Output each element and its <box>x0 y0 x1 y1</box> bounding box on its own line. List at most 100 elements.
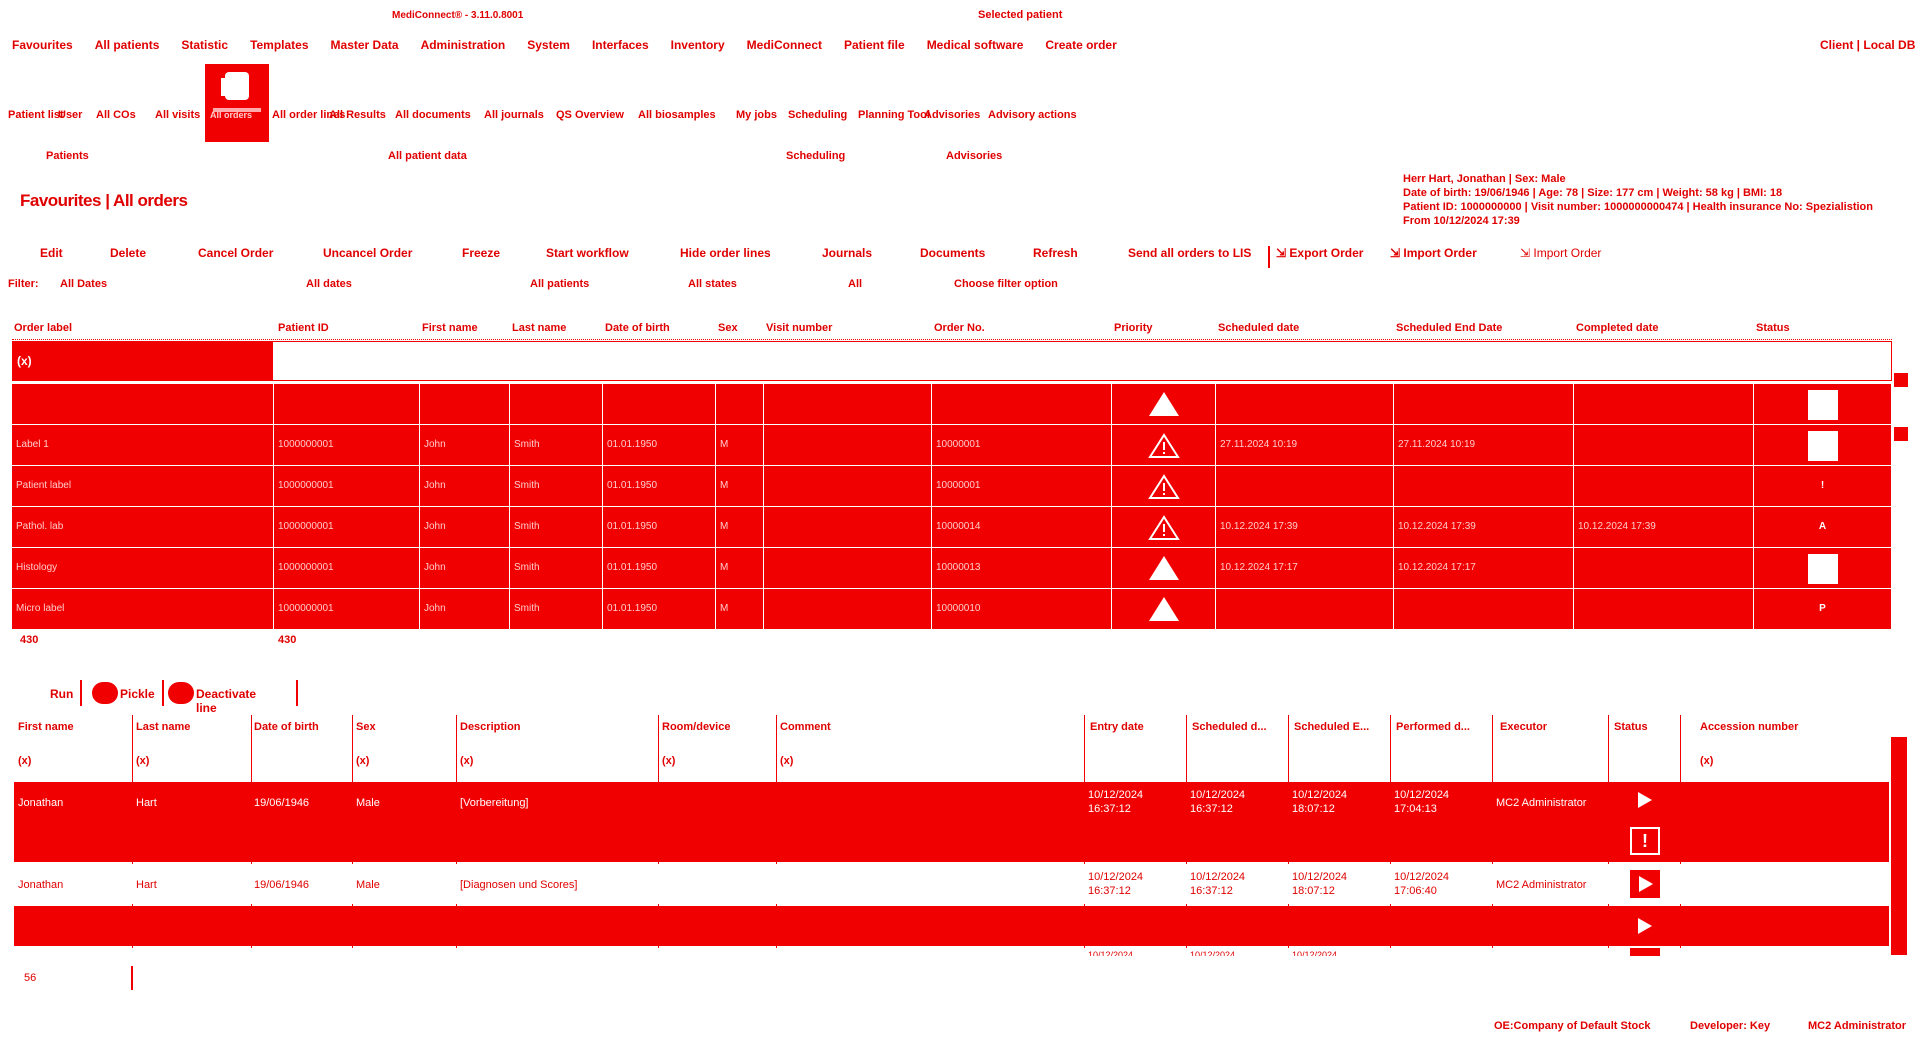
play-button[interactable] <box>1630 870 1660 898</box>
filter-choose-option[interactable]: Choose filter option <box>954 278 1058 290</box>
order-label-filter-input[interactable]: (x) <box>13 342 273 380</box>
filter-states[interactable]: All states <box>688 278 737 290</box>
table-row[interactable]: Jonathan Hart 19/06/1946 Male [Diagnosen… <box>14 864 1889 904</box>
lfilter-sex[interactable]: (x) <box>356 755 369 767</box>
edit-button[interactable]: Edit <box>40 246 63 260</box>
ribbon-patient-list[interactable]: Patient list <box>8 108 64 122</box>
menu-master-data[interactable]: Master Data <box>331 38 399 52</box>
lcol-room-device[interactable]: Room/device <box>662 721 730 733</box>
lcol-performed-date[interactable]: Performed d... <box>1396 721 1492 733</box>
col-order-no[interactable]: Order No. <box>934 322 985 334</box>
lfilter-description[interactable]: (x) <box>460 755 473 767</box>
ribbon-all-documents[interactable]: All documents <box>395 108 471 122</box>
menu-statistic[interactable]: Statistic <box>181 38 228 52</box>
ribbon-scheduling[interactable]: Scheduling <box>788 108 847 122</box>
ribbon-planning-tool[interactable]: Planning Tool <box>858 108 930 122</box>
menu-mediconnect[interactable]: MediConnect <box>747 38 822 52</box>
lcol-entry-date[interactable]: Entry date <box>1090 721 1186 733</box>
lines-scrollbar[interactable] <box>1891 737 1907 955</box>
lcol-sex[interactable]: Sex <box>356 721 376 733</box>
menu-system[interactable]: System <box>527 38 570 52</box>
col-priority[interactable]: Priority <box>1114 322 1153 334</box>
col-date-of-birth[interactable]: Date of birth <box>605 322 670 334</box>
ribbon-all-journals[interactable]: All journals <box>484 108 544 122</box>
table-row[interactable]: Patient label 1000000001 John Smith 01.01.19… <box>12 466 1892 507</box>
start-workflow-button[interactable]: Start workflow <box>546 246 629 260</box>
menu-create-order[interactable]: Create order <box>1045 38 1116 52</box>
ribbon-all-visits[interactable]: All visits <box>155 108 200 122</box>
ribbon-user[interactable]: User <box>58 108 82 122</box>
cancel-order-button[interactable]: Cancel Order <box>198 246 273 260</box>
lcol-description[interactable]: Description <box>460 721 521 733</box>
ribbon-all-orders-active[interactable] <box>205 64 269 142</box>
ribbon-all-cos[interactable]: All COs <box>96 108 136 122</box>
alert-icon[interactable]: ! <box>1630 827 1660 855</box>
menu-interfaces[interactable]: Interfaces <box>592 38 649 52</box>
play-button[interactable] <box>1630 948 1660 956</box>
documents-button[interactable]: Documents <box>920 246 985 260</box>
lfilter-accession[interactable]: (x) <box>1700 755 1713 767</box>
col-first-name[interactable]: First name <box>422 322 478 334</box>
send-all-orders-button[interactable]: Send all orders to LIS <box>1128 246 1251 260</box>
lfilter-last-name[interactable]: (x) <box>136 755 149 767</box>
table-row[interactable]: Pathol. lab 1000000001 John Smith 01.01.1950… <box>12 507 1892 548</box>
lcol-status[interactable]: Status <box>1614 721 1694 733</box>
import-order-button[interactable]: ⇲ Import Order <box>1390 246 1477 260</box>
col-status[interactable]: Status <box>1756 322 1790 334</box>
menu-templates[interactable]: Templates <box>250 38 308 52</box>
menu-patient-file[interactable]: Patient file <box>844 38 905 52</box>
lcol-scheduled-end[interactable]: Scheduled E... <box>1294 721 1390 733</box>
play-icon[interactable] <box>1638 918 1652 934</box>
menu-inventory[interactable]: Inventory <box>671 38 725 52</box>
lcol-comment[interactable]: Comment <box>780 721 831 733</box>
uncancel-order-button[interactable]: Uncancel Order <box>323 246 412 260</box>
refresh-button[interactable]: Refresh <box>1033 246 1078 260</box>
lfilter-comment[interactable]: (x) <box>780 755 793 767</box>
table-row[interactable] <box>12 384 1892 425</box>
ribbon-advisories[interactable]: Advisories <box>924 108 980 122</box>
menu-administration[interactable]: Administration <box>421 38 506 52</box>
filter-all[interactable]: All <box>848 278 862 290</box>
col-scheduled-date[interactable]: Scheduled date <box>1218 322 1299 334</box>
col-scheduled-end-date[interactable]: Scheduled End Date <box>1396 322 1502 334</box>
table-row[interactable]: Micro label 1000000001 John Smith 01.01.1950… <box>12 589 1892 630</box>
import-order-button-2[interactable]: ⇲ Import Order <box>1520 246 1601 260</box>
table-row[interactable]: Jonathan Hart 19/06/1946 Male [Vorbereit… <box>14 782 1889 862</box>
col-last-name[interactable]: Last name <box>512 322 566 334</box>
hide-order-lines-button[interactable]: Hide order lines <box>680 246 771 260</box>
ribbon-all-results[interactable]: All Results <box>329 108 386 122</box>
menu-medical-software[interactable]: Medical software <box>927 38 1024 52</box>
run-tab[interactable]: Run <box>50 687 73 701</box>
col-order-label[interactable]: Order label <box>14 322 72 334</box>
freeze-button[interactable]: Freeze <box>462 246 500 260</box>
col-patient-id[interactable]: Patient ID <box>278 322 329 334</box>
lcol-executor[interactable]: Executor <box>1500 721 1547 733</box>
lcol-scheduled-date[interactable]: Scheduled d... <box>1192 721 1288 733</box>
table-row[interactable] <box>14 906 1889 946</box>
lcol-first-name[interactable]: First name <box>18 721 74 733</box>
col-visit-number[interactable]: Visit number <box>766 322 832 334</box>
table-row[interactable]: Label 1 1000000001 John Smith 01.01.1950 M 100… <box>12 425 1892 466</box>
filter-dates[interactable]: All dates <box>306 278 352 290</box>
col-sex[interactable]: Sex <box>718 322 738 334</box>
col-completed-date[interactable]: Completed date <box>1576 322 1659 334</box>
menu-all-patients[interactable]: All patients <box>95 38 160 52</box>
play-icon[interactable] <box>1638 792 1652 808</box>
lfilter-first-name[interactable]: (x) <box>18 755 31 767</box>
ribbon-all-biosamples[interactable]: All biosamples <box>638 108 716 122</box>
menu-favourites[interactable]: Favourites <box>12 38 73 52</box>
lcol-accession-number[interactable]: Accession number <box>1700 721 1880 733</box>
export-order-button[interactable]: ⇲ Export Order <box>1276 246 1363 260</box>
ribbon-qs-overview[interactable]: QS Overview <box>556 108 624 122</box>
filter-all-dates-label[interactable]: All Dates <box>60 278 107 290</box>
ribbon-my-jobs[interactable]: My jobs <box>736 108 777 122</box>
ribbon-advisory-actions[interactable]: Advisory actions <box>988 108 1077 122</box>
pickle-tab[interactable]: Pickle <box>120 687 155 701</box>
lcol-last-name[interactable]: Last name <box>136 721 190 733</box>
journals-button[interactable]: Journals <box>822 246 872 260</box>
lcol-date-of-birth[interactable]: Date of birth <box>254 721 319 733</box>
deactivate-line-tab[interactable]: Deactivate line <box>196 687 256 715</box>
delete-button[interactable]: Delete <box>110 246 146 260</box>
filter-patients[interactable]: All patients <box>530 278 589 290</box>
table-row[interactable]: 10/12/2024 10/12/2024 10/12/2024 <box>14 948 1889 956</box>
